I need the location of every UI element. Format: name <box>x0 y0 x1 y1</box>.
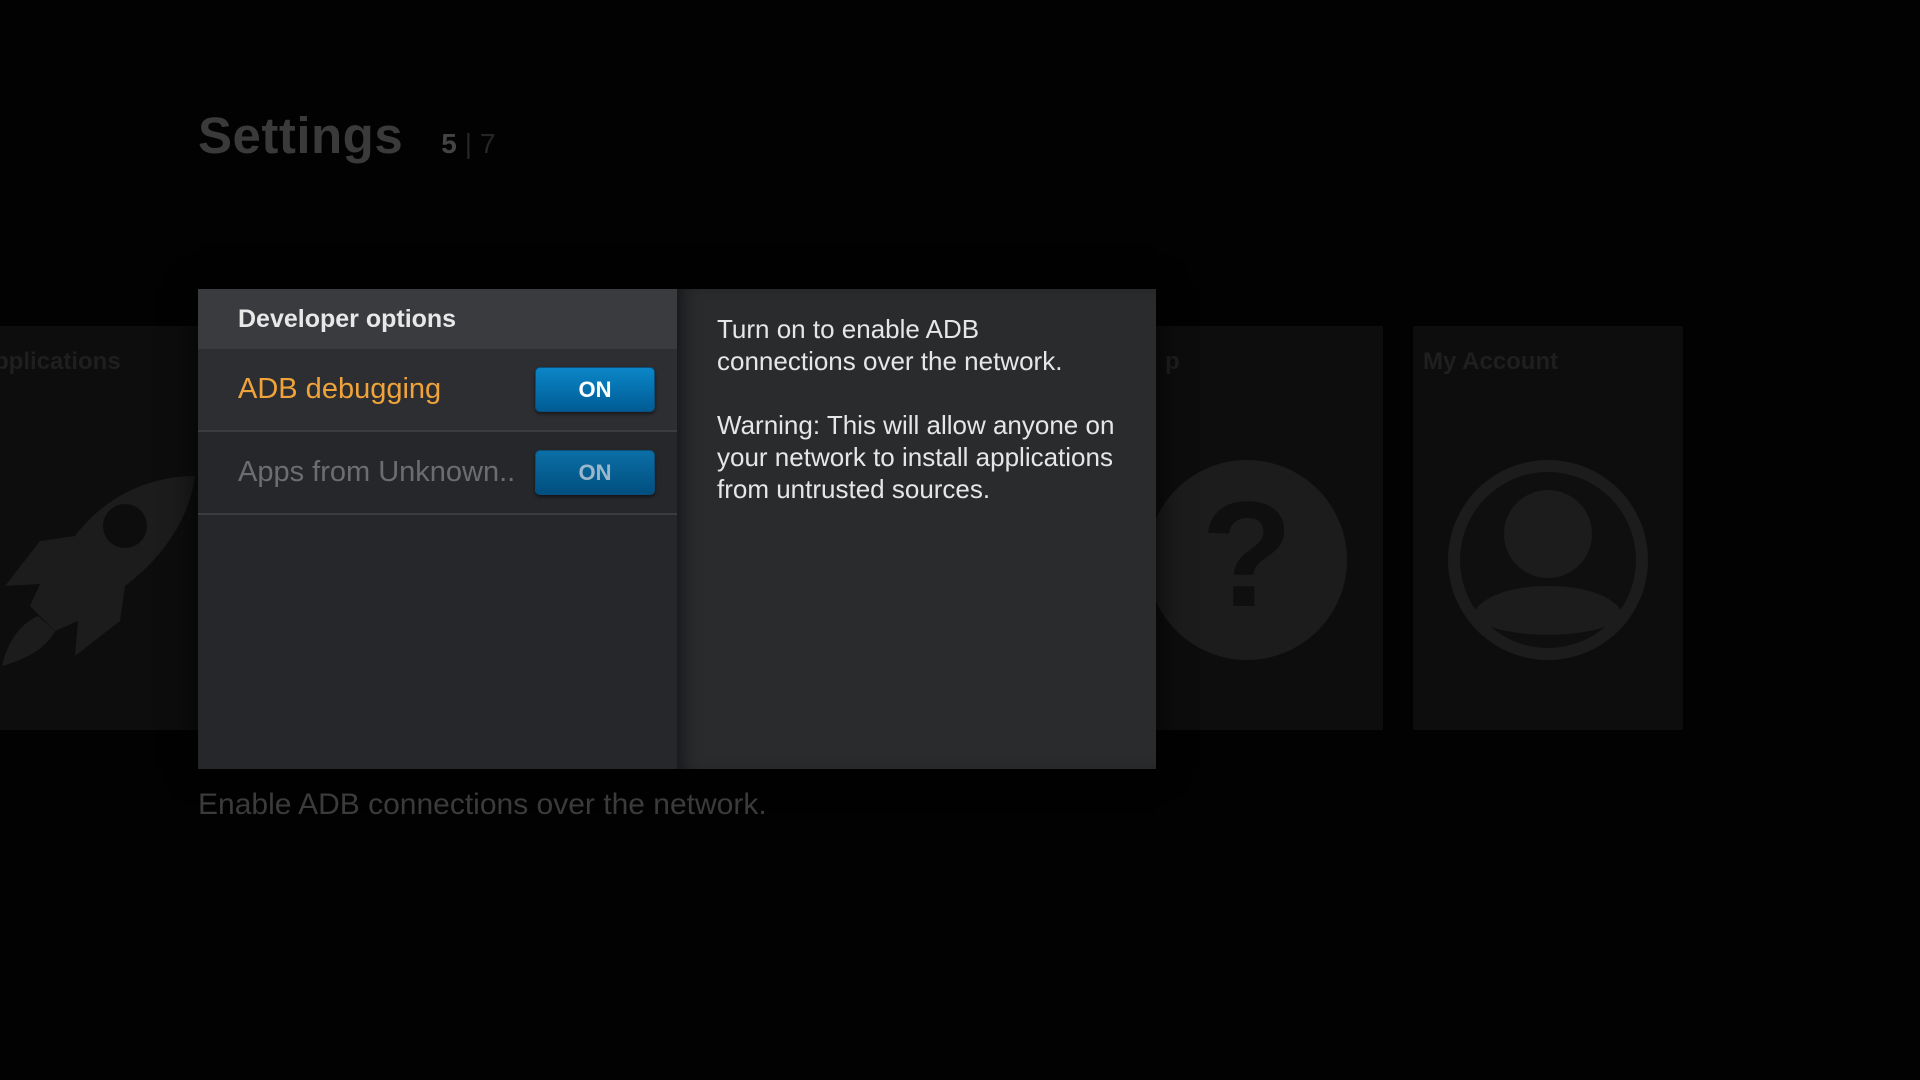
user-icon <box>1448 460 1648 660</box>
settings-screen: Settings 5 | 7 pplications p ? My Accoun… <box>0 0 1920 1080</box>
warning-text: Warning: This will allow anyone on your … <box>717 410 1115 504</box>
dialog-title: Developer options <box>198 289 677 349</box>
rocket-icon <box>2 476 195 666</box>
adb-debugging-toggle[interactable]: ON <box>535 367 655 412</box>
page-header: Settings 5 | 7 <box>198 106 496 165</box>
option-unknown-apps-label: Apps from Unknown.. <box>238 456 516 488</box>
page-indicator: 5 | 7 <box>441 128 495 160</box>
option-adb-debugging[interactable]: ADB debugging ON <box>198 349 677 432</box>
option-description: Turn on to enable ADB connections over t… <box>677 289 1156 505</box>
tile-help[interactable]: p ? <box>1155 326 1383 730</box>
option-unknown-apps[interactable]: Apps from Unknown.. ON <box>198 432 677 515</box>
options-panel: Developer options ADB debugging ON Apps … <box>198 289 677 769</box>
page-separator: | <box>464 128 473 159</box>
tile-applications[interactable]: pplications <box>0 326 200 730</box>
tile-my-account[interactable]: My Account <box>1413 326 1683 730</box>
footer-hint: Enable ADB connections over the network. <box>198 788 767 821</box>
tile-my-account-label: My Account <box>1423 348 1559 375</box>
description-panel: Turn on to enable ADB connections over t… <box>677 289 1156 769</box>
page-title: Settings <box>198 107 404 164</box>
unknown-apps-toggle[interactable]: ON <box>535 450 655 495</box>
description-text: Turn on to enable ADB connections over t… <box>717 314 1063 376</box>
option-adb-debugging-label: ADB debugging <box>238 373 442 405</box>
page-total: 7 <box>480 128 496 159</box>
question-icon: ? <box>1155 460 1347 660</box>
page-current: 5 <box>441 128 457 159</box>
svg-text:?: ? <box>1201 470 1293 638</box>
tile-help-label: p <box>1165 348 1180 375</box>
developer-options-dialog: Developer options ADB debugging ON Apps … <box>198 289 1156 769</box>
tile-applications-label: pplications <box>0 348 121 375</box>
